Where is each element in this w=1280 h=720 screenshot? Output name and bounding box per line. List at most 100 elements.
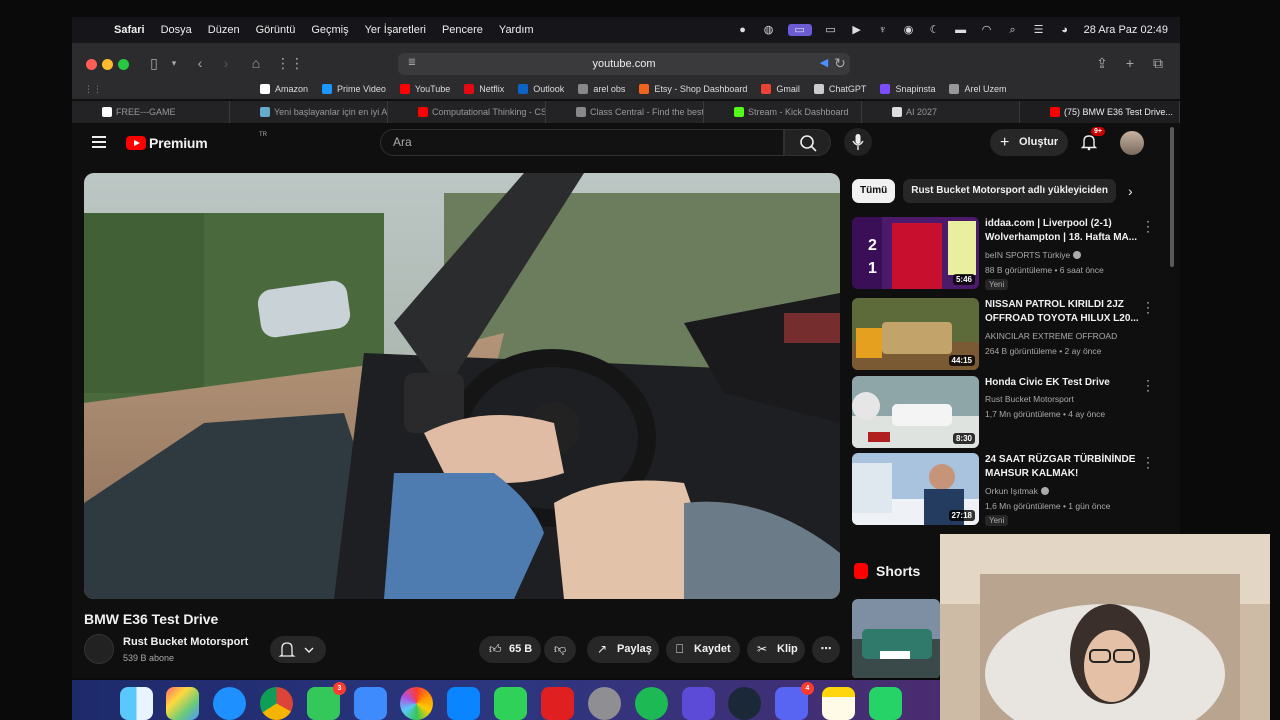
steam-icon[interactable] [728, 687, 761, 720]
favorite-gmail[interactable]: Gmail [761, 84, 800, 94]
favorite-youtube[interactable]: YouTube [399, 84, 450, 94]
menu-icon[interactable] [92, 136, 106, 148]
menu-dosya[interactable]: Dosya [161, 24, 192, 36]
video-player[interactable] [84, 173, 840, 599]
channel-name[interactable]: AKINCILAR EXTREME OFFROAD [985, 331, 1117, 341]
address-bar[interactable]: youtube.com [398, 53, 850, 75]
launchpad-icon[interactable] [166, 687, 199, 720]
tab-kick-dashboard[interactable]: Stream - Kick Dashboard [704, 101, 862, 123]
video-thumbnail[interactable]: 44:15 [852, 298, 979, 370]
user-circle-icon[interactable]: ◉ [902, 24, 916, 36]
tab-ai-beginners[interactable]: Yeni başlayanlar için en iyi AI... [230, 101, 388, 123]
chevron-down-icon[interactable]: ▾ [164, 53, 184, 73]
favorite-outlook[interactable]: Outlook [518, 84, 564, 94]
menu-duzen[interactable]: Düzen [208, 24, 240, 36]
recommendation-item[interactable]: 27:18 24 SAAT RÜZGAR TÜRBİNİNDE MAHSUR K… [852, 451, 1162, 526]
record-status-icon[interactable]: ● [736, 24, 750, 36]
finder-icon[interactable] [120, 687, 153, 720]
video-thumbnail[interactable]: 2 1 5:46 [852, 217, 979, 289]
favorite-arel-obs[interactable]: arel obs [578, 84, 625, 94]
notes-icon[interactable] [822, 687, 855, 720]
favorite-netflix[interactable]: Netflix [464, 84, 504, 94]
photo-booth-icon[interactable] [541, 687, 574, 720]
video-title[interactable]: Honda Civic EK Test Drive [985, 376, 1143, 390]
menu-yardim[interactable]: Yardım [499, 24, 534, 36]
sidebar-toggle-icon[interactable]: ▯ [144, 53, 164, 73]
tab-free-game[interactable]: FREE---GAME [72, 101, 230, 123]
control-center-icon[interactable]: ☰ [1032, 24, 1046, 36]
battery-icon[interactable]: ▬ [954, 24, 968, 36]
save-button[interactable]: ⎕ Kaydet [666, 636, 740, 663]
short-thumbnail[interactable] [852, 599, 940, 678]
screen-share-icon[interactable]: ▭ [787, 24, 812, 36]
wifi-icon[interactable]: ◠ [980, 24, 994, 36]
like-button[interactable]: 👍︎ 65 B [479, 636, 541, 663]
recommendation-item[interactable]: 2 1 5:46 iddaa.com | Liverpool (2-1) Wolv… [852, 215, 1162, 290]
favorite-snapinsta[interactable]: Snapinsta [880, 84, 935, 94]
reader-icon[interactable]: ≣ [402, 53, 422, 73]
chip-uploader[interactable]: Rust Bucket Motorsport adlı yükleyiciden [903, 179, 1116, 203]
dislike-button[interactable]: 👎︎ [544, 636, 576, 663]
menu-gecmis[interactable]: Geçmiş [311, 24, 348, 36]
home-icon[interactable]: ⌂ [246, 53, 266, 73]
channel-name[interactable]: beIN SPORTS Türkiye [985, 250, 1082, 260]
video-thumbnail[interactable]: 8:30 [852, 376, 979, 448]
tab-class-central[interactable]: Class Central - Find the best... [546, 101, 704, 123]
tab-computational-thinking[interactable]: Computational Thinking - CS... [388, 101, 546, 123]
moon-icon[interactable]: ☾ [928, 24, 942, 36]
more-vertical-icon[interactable]: · · · [1146, 451, 1152, 473]
favorite-arel-uzem[interactable]: Arel Uzem [949, 84, 1006, 94]
video-thumbnail[interactable]: 27:18 [852, 453, 979, 525]
menu-yer-isaretleri[interactable]: Yer İşaretleri [365, 24, 426, 36]
siri-icon[interactable]: ◕ [1058, 24, 1072, 36]
facetime-icon[interactable] [494, 687, 527, 720]
play-circle-icon[interactable]: ▶ [850, 24, 864, 36]
channel-name[interactable]: Rust Bucket Motorsport [123, 636, 248, 648]
menu-app-name[interactable]: Safari [114, 24, 145, 36]
app-store-icon[interactable] [447, 687, 480, 720]
favorite-amazon[interactable]: Amazon [260, 84, 308, 94]
chevron-right-icon[interactable]: › [1128, 182, 1146, 200]
zoom-window-button[interactable] [118, 59, 129, 70]
photos-icon[interactable] [400, 687, 433, 720]
safari-icon[interactable] [213, 687, 246, 720]
channel-name[interactable]: Rust Bucket Motorsport [985, 394, 1074, 404]
recommendation-item[interactable]: 8:30 Honda Civic EK Test Drive Rust Buck… [852, 374, 1162, 448]
youtube-logo[interactable]: Premium TR [126, 132, 267, 151]
chrome-icon[interactable] [260, 687, 293, 720]
more-vertical-icon[interactable]: · · · [1146, 374, 1152, 396]
new-tab-icon[interactable]: + [1120, 53, 1140, 73]
system-settings-icon[interactable] [588, 687, 621, 720]
favorites-grid-icon[interactable]: ⋮⋮ [84, 84, 102, 95]
channel-name[interactable]: Orkun Işıtmak [985, 486, 1049, 496]
display-icon[interactable]: ▭ [824, 24, 838, 36]
minimize-window-button[interactable] [102, 59, 113, 70]
reload-icon[interactable]: ↻ [830, 53, 850, 73]
favorite-prime-video[interactable]: Prime Video [322, 84, 386, 94]
close-window-button[interactable] [86, 59, 97, 70]
more-vertical-icon[interactable]: · · · [1146, 296, 1152, 318]
voice-search-button[interactable] [844, 128, 872, 156]
globe-icon[interactable]: ◍ [762, 24, 776, 36]
account-avatar[interactable] [1120, 131, 1144, 155]
video-title[interactable]: 24 SAAT RÜZGAR TÜRBİNİNDE MAHSUR KALMAK! [985, 453, 1143, 481]
mail-icon[interactable] [354, 687, 387, 720]
media-player-icon[interactable] [682, 687, 715, 720]
search-input[interactable]: Ara [380, 129, 784, 156]
video-title[interactable]: NISSAN PATROL KIRILDI 2JZ OFFROAD TOYOTA… [985, 298, 1143, 326]
spotify-icon[interactable] [635, 687, 668, 720]
tab-bmw-e36[interactable]: (75) BMW E36 Test Drive... [1020, 101, 1180, 123]
channel-avatar[interactable] [84, 634, 114, 664]
favorite-etsy[interactable]: Etsy - Shop Dashboard [639, 84, 747, 94]
search-icon[interactable]: ⌕ [1006, 24, 1020, 36]
tab-overview-icon[interactable]: ⧉ [1148, 53, 1168, 73]
forward-icon[interactable]: › [216, 53, 236, 73]
create-button[interactable]: + Oluştur [990, 129, 1068, 156]
menu-pencere[interactable]: Pencere [442, 24, 483, 36]
chip-all[interactable]: Tümü [852, 179, 896, 203]
recommendation-item[interactable]: 44:15 NISSAN PATROL KIRILDI 2JZ OFFROAD … [852, 296, 1162, 370]
grid-icon[interactable]: ⋮⋮ [276, 53, 304, 73]
favorite-chatgpt[interactable]: ChatGPT [813, 84, 866, 94]
video-title[interactable]: iddaa.com | Liverpool (2-1) Wolverhampto… [985, 217, 1143, 245]
scrollbar-thumb[interactable] [1170, 127, 1174, 267]
